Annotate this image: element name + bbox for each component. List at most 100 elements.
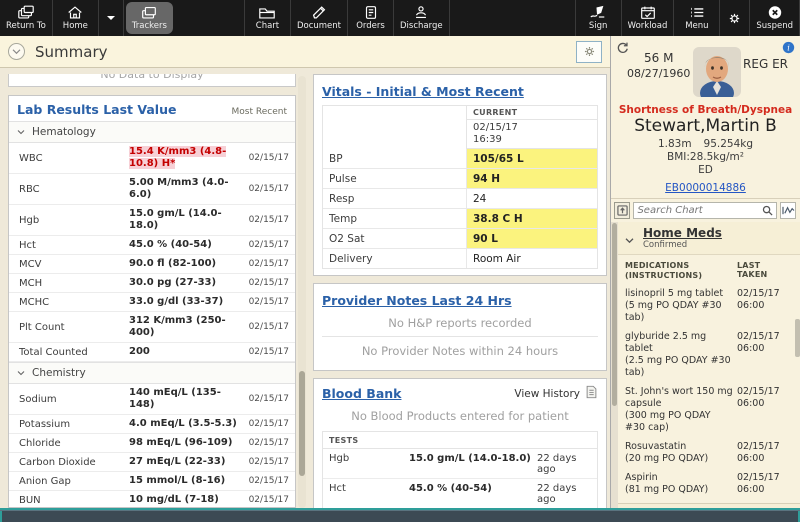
search-icon[interactable]	[762, 201, 773, 220]
patient-height: 1.83m	[657, 138, 692, 150]
lab-value: 10 mg/dL (7-18)	[129, 494, 219, 505]
last-taken-date: 02/15/17	[737, 288, 780, 299]
medication-name: lisinopril 5 mg tablet	[625, 288, 724, 299]
chart-search-bar	[611, 198, 800, 222]
home-icon	[66, 5, 84, 20]
lab-date: 02/15/17	[248, 278, 289, 288]
medication-instruction: (20 mg PO QDAY)	[625, 453, 709, 464]
search-input[interactable]	[637, 205, 763, 216]
top-toolbar: Return To Home Trackers Chart Document O…	[0, 0, 800, 36]
vital-row: Resp 24	[323, 189, 597, 209]
section-header-chemistry[interactable]: Chemistry	[9, 362, 295, 384]
patient-panel-content: Home Meds Confirmed MEDICATIONS (INSTRUCT…	[611, 222, 800, 508]
menu-button[interactable]: Menu	[674, 0, 721, 36]
lab-date: 02/15/17	[248, 476, 289, 486]
section-header-hematology[interactable]: Hematology	[9, 121, 295, 143]
sign-button[interactable]: Sign	[576, 0, 622, 36]
bottom-status-bar	[0, 508, 800, 522]
medication-row[interactable]: St. John's wort 150 mg capsule (300 mg PO…	[625, 386, 793, 434]
medication-instruction: (300 mg PO QDAY #30 cap)	[625, 410, 711, 433]
vital-signs-section-header[interactable]: Vital Signs	[618, 503, 800, 508]
medication-row[interactable]: glyburide 2.5 mg tablet (2.5 mg PO QDAY #…	[625, 331, 793, 379]
return-stack-icon	[17, 5, 35, 20]
vital-value: Room Air	[466, 249, 597, 268]
lab-date: 02/15/17	[248, 347, 289, 357]
workload-button[interactable]: Workload	[622, 0, 675, 36]
scrolled-card-remnant: No Data to Display	[8, 74, 296, 87]
lab-test-name: MCH	[19, 277, 43, 289]
lab-value: 200	[129, 346, 150, 357]
hematology-rows: WBC 15.4 K/mm3 (4.8-10.8) H* 02/15/17 RB…	[9, 143, 295, 362]
trackers-button[interactable]: Trackers	[125, 2, 173, 34]
lab-value: 15 mmol/L (8-16)	[129, 475, 226, 486]
folder-icon	[258, 5, 276, 20]
toolbar-settings-button[interactable]	[720, 0, 751, 36]
trend-waveform-icon[interactable]	[780, 202, 796, 219]
medication-row[interactable]: Rosuvastatin (20 mg PO QDAY) 02/15/17 06:0…	[625, 441, 793, 465]
return-to-button[interactable]: Return To	[0, 0, 53, 36]
lab-row: Total Counted 200 02/15/17	[9, 343, 295, 362]
lab-value: 15.4 K/mm3 (4.8-10.8) H*	[129, 146, 227, 169]
last-taken-date: 02/15/17	[737, 441, 780, 452]
home-dropdown-button[interactable]	[99, 0, 124, 36]
provider-notes-title[interactable]: Provider Notes Last 24 Hrs	[322, 293, 512, 308]
orders-button[interactable]: Orders	[348, 0, 394, 36]
search-jump-icon[interactable]	[614, 202, 631, 219]
patient-name: Stewart,Martin B	[634, 116, 777, 136]
home-meds-status: Confirmed	[643, 240, 688, 250]
lab-test-name: WBC	[19, 152, 43, 164]
chief-complaint: Shortness of Breath/Dyspnea	[618, 104, 793, 116]
lab-date: 02/15/17	[248, 495, 289, 505]
home-button[interactable]: Home	[53, 0, 99, 36]
summary-expand-icon[interactable]	[8, 43, 25, 60]
page-title: Summary	[35, 42, 108, 61]
lab-value: 27 mEq/L (22-33)	[129, 456, 226, 467]
patient-panel-scrollbar[interactable]	[611, 222, 618, 508]
lab-results-title[interactable]: Lab Results Last Value	[17, 102, 176, 117]
patient-weight: 95.254kg	[703, 138, 754, 150]
refresh-icon[interactable]	[616, 39, 629, 58]
vitals-title[interactable]: Vitals - Initial & Most Recent	[322, 84, 524, 99]
medication-row[interactable]: Aspirin (81 mg PO QDAY) 02/15/17 06:00	[625, 472, 793, 496]
chart-button[interactable]: Chart	[245, 0, 291, 36]
lab-value: 4.0 mEq/L (3.5-5.3)	[129, 418, 237, 429]
patient-photo	[692, 47, 741, 105]
vital-value: 94 H	[466, 169, 597, 188]
encounter-number-link[interactable]: EB0000014886	[665, 182, 746, 194]
suspend-button[interactable]: Suspend	[750, 0, 800, 36]
toolbar-spacer	[175, 0, 245, 36]
last-taken-time: 06:00	[737, 398, 765, 409]
lab-row: Carbon Dioxide 27 mEq/L (22-33) 02/15/17	[9, 453, 295, 472]
medication-row[interactable]: lisinopril 5 mg tablet (5 mg PO QDAY #30 …	[625, 288, 793, 324]
lab-row: Sodium 140 mEq/L (135-148) 02/15/17	[9, 384, 295, 415]
no-blood-products-message: No Blood Products entered for patient	[351, 409, 569, 423]
lab-row: Anion Gap 15 mmol/L (8-16) 02/15/17	[9, 472, 295, 491]
lab-date: 02/15/17	[248, 394, 289, 404]
lab-value: 98 mEq/L (96-109)	[129, 437, 233, 448]
lab-value: 140 mEq/L (135-148)	[129, 387, 221, 410]
patient-dob: 08/27/1960	[627, 67, 691, 80]
vital-label: Pulse	[329, 172, 357, 185]
lab-row: Potassium 4.0 mEq/L (3.5-5.3) 02/15/17	[9, 415, 295, 434]
page-settings-button[interactable]	[576, 40, 602, 63]
lab-column-scrollbar[interactable]	[298, 76, 306, 508]
lab-test-name: BUN	[19, 494, 41, 506]
lab-value: 15.0 gm/L (14.0-18.0)	[129, 208, 222, 231]
lab-value: 33.0 g/dl (33-37)	[129, 296, 224, 307]
view-history-button[interactable]: View History	[514, 385, 598, 402]
current-column-header: CURRENT	[466, 106, 597, 120]
info-icon[interactable]: i	[782, 39, 795, 58]
chevron-down-icon	[105, 14, 117, 22]
blood-bank-title[interactable]: Blood Bank	[322, 386, 401, 401]
meds-scrollbar[interactable]	[795, 319, 800, 357]
medication-instruction: (5 mg PO QDAY #30 tab)	[625, 300, 722, 323]
lab-value: 45.0 % (40-54)	[129, 239, 212, 250]
lab-date: 02/15/17	[248, 153, 289, 163]
home-meds-section-header[interactable]: Home Meds Confirmed	[618, 222, 800, 255]
calendar-icon	[639, 5, 657, 20]
no-hp-reports-message: No H&P reports recorded	[388, 316, 532, 330]
lab-row: RBC 5.00 M/mm3 (4.0-6.0) 02/15/17	[9, 174, 295, 205]
discharge-button[interactable]: Discharge	[394, 0, 450, 36]
lab-row: BUN 10 mg/dL (7-18) 02/15/17	[9, 491, 295, 507]
document-button[interactable]: Document	[291, 0, 348, 36]
